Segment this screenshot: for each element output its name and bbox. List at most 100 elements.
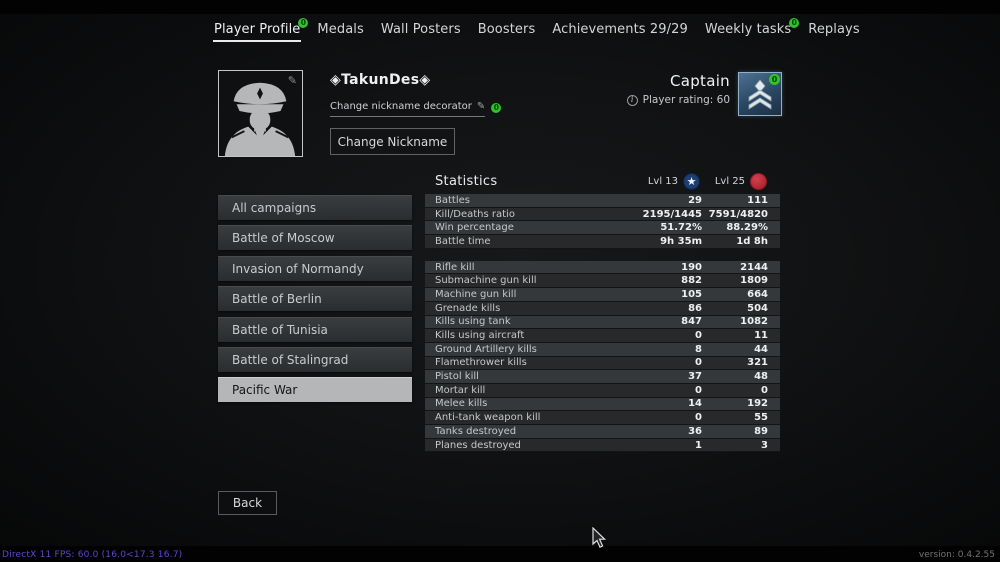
campaign-filter-list: All campaigns Battle of Moscow Invasion … <box>218 195 412 408</box>
stat-label: Win percentage <box>435 222 612 233</box>
stat-row: Flamethrower kills 0 321 <box>425 357 780 371</box>
stat-value-col2: 1d 8h <box>702 236 768 247</box>
tab-replays[interactable]: Replays <box>806 21 861 44</box>
stat-row: Planes destroyed 1 3 <box>425 439 780 453</box>
stat-label: Kills using aircraft <box>435 330 612 341</box>
back-button[interactable]: Back <box>218 491 277 515</box>
stat-row: Pistol kill 37 48 <box>425 370 780 384</box>
stat-row: Kills using tank 847 1082 <box>425 316 780 330</box>
stat-value-col1: 2195/1445 <box>612 209 702 220</box>
stat-value-col2: 88.29% <box>702 222 768 233</box>
stat-row: Tanks destroyed 36 89 <box>425 425 780 439</box>
tab-boosters[interactable]: Boosters <box>476 21 538 44</box>
stat-row: Battles 29 111 <box>425 194 780 208</box>
japan-red-roundel-icon <box>750 173 767 190</box>
stat-value-col1: 190 <box>612 262 702 273</box>
stat-value-col1: 0 <box>612 330 702 341</box>
stat-label: Kills using tank <box>435 316 612 327</box>
tab-player-profile[interactable]: Player Profile 0 <box>212 21 302 44</box>
stat-value-col2: 55 <box>702 412 768 423</box>
stat-row: Win percentage 51.72% 88.29% <box>425 221 780 235</box>
stat-label: Machine gun kill <box>435 289 612 300</box>
stat-label: Battle time <box>435 236 612 247</box>
top-nav-tabs: Player Profile 0 Medals Wall Posters Boo… <box>212 21 862 44</box>
stat-value-col1: 8 <box>612 344 702 355</box>
rank-block: Captain i Player rating: 60 <box>627 72 730 106</box>
statistics-header: Statistics Lvl 13 ★ Lvl 25 <box>425 172 780 194</box>
tab-achievements[interactable]: Achievements 29/29 <box>550 21 690 44</box>
game-background: Player Profile 0 Medals Wall Posters Boo… <box>0 0 1000 562</box>
stat-label: Rifle kill <box>435 262 612 273</box>
stat-row: Ground Artillery kills 8 44 <box>425 343 780 357</box>
stat-label: Flamethrower kills <box>435 357 612 368</box>
stat-row: Kills using aircraft 0 11 <box>425 329 780 343</box>
statistics-title: Statistics <box>435 174 497 189</box>
tab-label: Medals <box>317 22 363 37</box>
stat-value-col2: 192 <box>702 398 768 409</box>
stat-label: Anti-tank weapon kill <box>435 412 612 423</box>
stat-row: Battle time 9h 35m 1d 8h <box>425 235 780 249</box>
stat-row: Kill/Deaths ratio 2195/1445 7591/4820 <box>425 208 780 222</box>
column2-level-label: Lvl 25 <box>715 176 745 187</box>
stat-label: Kill/Deaths ratio <box>435 209 612 220</box>
stat-value-col2: 44 <box>702 344 768 355</box>
tab-label: Wall Posters <box>381 22 461 37</box>
campaign-battle-of-moscow[interactable]: Battle of Moscow <box>218 225 412 250</box>
stat-row: Mortar kill 0 0 <box>425 384 780 398</box>
stat-value-col1: 36 <box>612 426 702 437</box>
stat-label: Pistol kill <box>435 371 612 382</box>
stat-value-col1: 86 <box>612 303 702 314</box>
stat-row: Rifle kill 190 2144 <box>425 261 780 275</box>
campaign-battle-of-stalingrad[interactable]: Battle of Stalingrad <box>218 347 412 372</box>
stat-row: Machine gun kill 105 664 <box>425 288 780 302</box>
player-avatar[interactable]: ✎ <box>218 70 303 157</box>
statistics-panel: Statistics Lvl 13 ★ Lvl 25 Battles 29 11… <box>425 172 780 452</box>
stat-value-col1: 29 <box>612 195 702 206</box>
notification-badge: 0 <box>298 18 308 28</box>
rank-insignia-badge[interactable]: 0 <box>738 72 782 116</box>
tab-wall-posters[interactable]: Wall Posters <box>379 21 463 44</box>
stat-value-col1: 1 <box>612 440 702 451</box>
player-nickname: ◈TakunDes◈ <box>330 72 430 88</box>
version-text: version: 0.4.2.55 <box>919 550 995 560</box>
stat-value-col2: 664 <box>702 289 768 300</box>
stat-value-col1: 105 <box>612 289 702 300</box>
fps-debug-text: DirectX 11 FPS: 60.0 (16.0<17.3 16.7) <box>2 550 182 560</box>
stat-value-col1: 0 <box>612 385 702 396</box>
stat-row: Melee kills 14 192 <box>425 398 780 412</box>
stat-value-col1: 14 <box>612 398 702 409</box>
tab-label: Weekly tasks <box>705 22 791 37</box>
campaign-battle-of-tunisia[interactable]: Battle of Tunisia <box>218 317 412 342</box>
stat-label: Mortar kill <box>435 385 612 396</box>
stat-value-col2: 1082 <box>702 316 768 327</box>
campaign-all-campaigns[interactable]: All campaigns <box>218 195 412 220</box>
edit-avatar-icon[interactable]: ✎ <box>288 74 297 87</box>
stat-value-col2: 111 <box>702 195 768 206</box>
stat-value-col1: 882 <box>612 275 702 286</box>
stat-value-col2: 321 <box>702 357 768 368</box>
change-nickname-button[interactable]: Change Nickname <box>330 128 455 155</box>
stat-value-col2: 11 <box>702 330 768 341</box>
stat-label: Submachine gun kill <box>435 275 612 286</box>
player-rating: Player rating: 60 <box>643 94 730 106</box>
detail-stats-table: Rifle kill 190 2144 Submachine gun kill … <box>425 261 780 453</box>
stat-value-col1: 51.72% <box>612 222 702 233</box>
stat-label: Melee kills <box>435 398 612 409</box>
campaign-battle-of-berlin[interactable]: Battle of Berlin <box>218 286 412 311</box>
column1-level-label: Lvl 13 <box>648 176 678 187</box>
stat-value-col1: 0 <box>612 412 702 423</box>
change-nickname-decorator[interactable]: Change nickname decorator ✎ 0 <box>330 101 501 117</box>
info-icon[interactable]: i <box>627 95 638 106</box>
stat-value-col1: 37 <box>612 371 702 382</box>
campaign-invasion-of-normandy[interactable]: Invasion of Normandy <box>218 256 412 281</box>
stat-value-col1: 0 <box>612 357 702 368</box>
stat-label: Ground Artillery kills <box>435 344 612 355</box>
stat-value-col2: 504 <box>702 303 768 314</box>
stat-value-col2: 0 <box>702 385 768 396</box>
notification-badge: 0 <box>491 103 501 113</box>
tab-weekly-tasks[interactable]: Weekly tasks 0 <box>703 21 793 44</box>
campaign-pacific-war[interactable]: Pacific War <box>218 377 412 402</box>
top-letterbox <box>0 0 1000 14</box>
tab-medals[interactable]: Medals <box>315 21 365 44</box>
rank-title: Captain <box>627 72 730 90</box>
